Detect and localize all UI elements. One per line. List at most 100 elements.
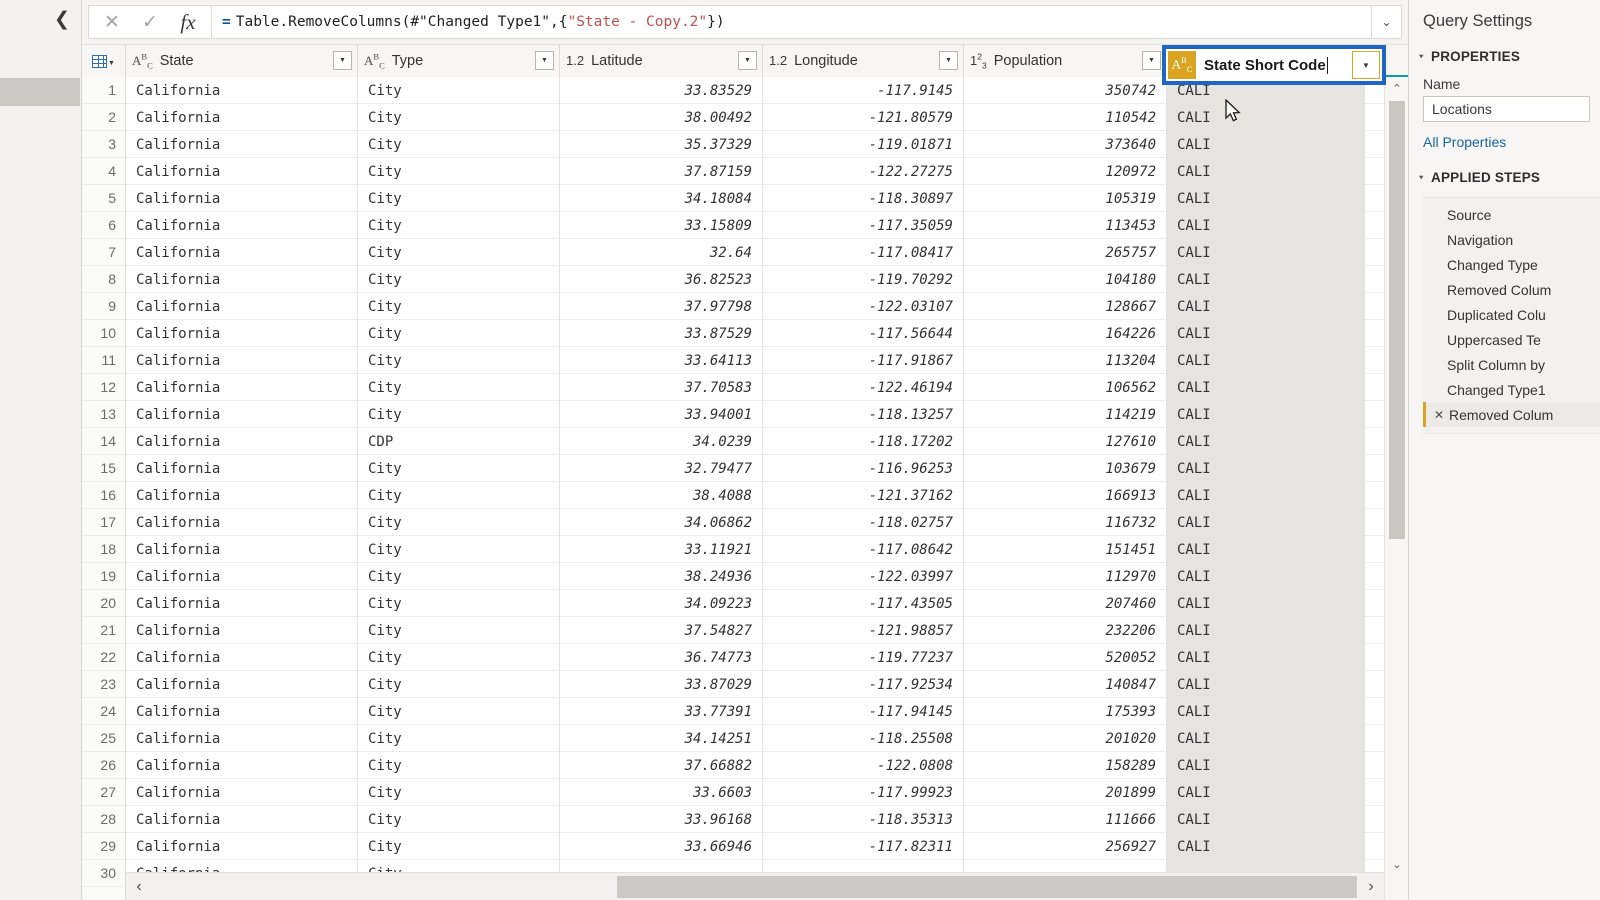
table-row[interactable]: California City 37.87159 -122.27275 120972 CA… [126,158,1408,185]
cell-state-short-code[interactable]: CALI [1167,293,1365,320]
cell-state[interactable]: California [126,455,358,482]
cell-latitude[interactable]: 38.00492 [560,104,763,131]
table-row[interactable]: California City 37.97798 -122.03107 128667 CA… [126,293,1408,320]
cell-type[interactable]: City [358,104,560,131]
cell-population[interactable]: 520052 [964,644,1167,671]
cell-type[interactable]: City [358,77,560,104]
cell-latitude[interactable]: 33.87529 [560,320,763,347]
cell-longitude[interactable]: -117.92534 [763,671,964,698]
cell-type[interactable]: City [358,347,560,374]
cell-state[interactable]: California [126,428,358,455]
applied-step-duplicated-colu[interactable]: Duplicated Colu [1423,302,1600,327]
cell-state[interactable]: California [126,104,358,131]
cell-latitude[interactable]: 37.70583 [560,374,763,401]
applied-step-changed-type1[interactable]: Changed Type1 [1423,377,1600,402]
cell-latitude[interactable]: 34.06862 [560,509,763,536]
cell-longitude[interactable]: -119.77237 [763,644,964,671]
cell-type[interactable]: City [358,806,560,833]
cell-state-short-code[interactable]: CALI [1167,158,1365,185]
table-row[interactable]: California City 34.06862 -118.02757 116732 CA… [126,509,1408,536]
cell-state[interactable]: California [126,806,358,833]
all-properties-link[interactable]: All Properties [1409,122,1600,150]
column-filter-dropdown-icon[interactable]: ▼ [939,51,958,70]
table-row[interactable]: California City 38.4088 -121.37162 166913 CAL… [126,482,1408,509]
cell-population[interactable]: 207460 [964,590,1167,617]
table-row[interactable]: California City 34.14251 -118.25508 201020 CA… [126,725,1408,752]
cell-longitude[interactable]: -122.46194 [763,374,964,401]
select-all-columns-button[interactable]: ▼ [82,45,126,77]
cell-state[interactable]: California [126,509,358,536]
cell-longitude[interactable]: -117.94145 [763,698,964,725]
cell-population[interactable]: 120972 [964,158,1167,185]
cell-latitude[interactable]: 33.94001 [560,401,763,428]
column-header-longitude[interactable]: 1.2 Longitude ▼ [763,45,964,77]
cell-type[interactable]: City [358,455,560,482]
cell-type[interactable]: City [358,509,560,536]
cell-state-short-code[interactable]: CALI [1167,509,1365,536]
cell-state[interactable]: California [126,779,358,806]
scroll-up-arrow-icon[interactable]: ⌃ [1385,77,1409,99]
cell-state-short-code[interactable]: CALI [1167,725,1365,752]
cell-state-short-code[interactable]: CALI [1167,617,1365,644]
cell-population[interactable]: 114219 [964,401,1167,428]
cell-type[interactable]: City [358,536,560,563]
vertical-scrollbar[interactable]: ⌃ ⌄ [1384,77,1408,900]
cell-type[interactable]: City [358,698,560,725]
column-filter-dropdown-icon[interactable]: ▼ [1352,51,1380,79]
cell-latitude[interactable]: 36.82523 [560,266,763,293]
query-name-input[interactable]: Locations [1423,96,1590,122]
cell-state-short-code[interactable]: CALI [1167,698,1365,725]
table-row[interactable]: California City 33.77391 -117.94145 175393 CA… [126,698,1408,725]
cell-population[interactable]: 164226 [964,320,1167,347]
cell-population[interactable]: 175393 [964,698,1167,725]
cell-state-short-code[interactable]: CALI [1167,185,1365,212]
cell-state-short-code[interactable]: CALI [1167,455,1365,482]
cell-state[interactable]: California [126,347,358,374]
cell-latitude[interactable]: 33.96168 [560,806,763,833]
cell-longitude[interactable]: -118.02757 [763,509,964,536]
column-header-latitude[interactable]: 1.2 Latitude ▼ [560,45,763,77]
cell-latitude[interactable]: 35.37329 [560,131,763,158]
cell-state[interactable]: California [126,590,358,617]
cell-state[interactable]: California [126,617,358,644]
cell-state[interactable]: California [126,833,358,860]
applied-step-removed-colum[interactable]: Removed Colum [1423,277,1600,302]
cell-latitude[interactable]: 37.87159 [560,158,763,185]
horizontal-scroll-track[interactable] [152,873,1358,900]
table-row[interactable]: California City 35.37329 -119.01871 373640 CA… [126,131,1408,158]
table-row[interactable]: California City 36.74773 -119.77237 520052 CA… [126,644,1408,671]
cell-latitude[interactable]: 37.97798 [560,293,763,320]
cell-latitude[interactable]: 34.09223 [560,590,763,617]
cell-population[interactable]: 104180 [964,266,1167,293]
applied-steps-section-header[interactable]: ▾ APPLIED STEPS [1409,166,1600,189]
table-row[interactable]: California City 34.18084 -118.30897 105319 CA… [126,185,1408,212]
cell-population[interactable]: 201020 [964,725,1167,752]
cell-type[interactable]: City [358,158,560,185]
applied-step-split-column-by[interactable]: Split Column by [1423,352,1600,377]
scroll-right-arrow-icon[interactable]: › [1358,873,1384,900]
cell-state-short-code[interactable]: CALI [1167,212,1365,239]
column-rename-editor[interactable]: ABC State Short Code ▼ [1162,45,1386,85]
cell-longitude[interactable]: -118.13257 [763,401,964,428]
cell-population[interactable]: 232206 [964,617,1167,644]
cell-population[interactable]: 103679 [964,455,1167,482]
cell-latitude[interactable]: 33.15809 [560,212,763,239]
cell-longitude[interactable]: -117.99923 [763,779,964,806]
cell-latitude[interactable]: 34.18084 [560,185,763,212]
accept-icon[interactable]: ✓ [131,6,169,38]
cell-latitude[interactable]: 33.66946 [560,833,763,860]
cell-type[interactable]: City [358,293,560,320]
cell-longitude[interactable]: -119.01871 [763,131,964,158]
cell-population[interactable]: 350742 [964,77,1167,104]
delete-step-icon[interactable]: ✕ [1429,408,1449,422]
cell-state[interactable]: California [126,698,358,725]
cell-type[interactable]: City [358,752,560,779]
cell-population[interactable]: 112970 [964,563,1167,590]
cell-population[interactable]: 256927 [964,833,1167,860]
cell-longitude[interactable]: -117.35059 [763,212,964,239]
table-row[interactable]: California City 33.94001 -118.13257 114219 CA… [126,401,1408,428]
cell-longitude[interactable]: -119.70292 [763,266,964,293]
cell-population[interactable]: 127610 [964,428,1167,455]
horizontal-scroll-thumb[interactable] [617,875,1357,898]
table-row[interactable]: California City 33.87529 -117.56644 164226 CA… [126,320,1408,347]
